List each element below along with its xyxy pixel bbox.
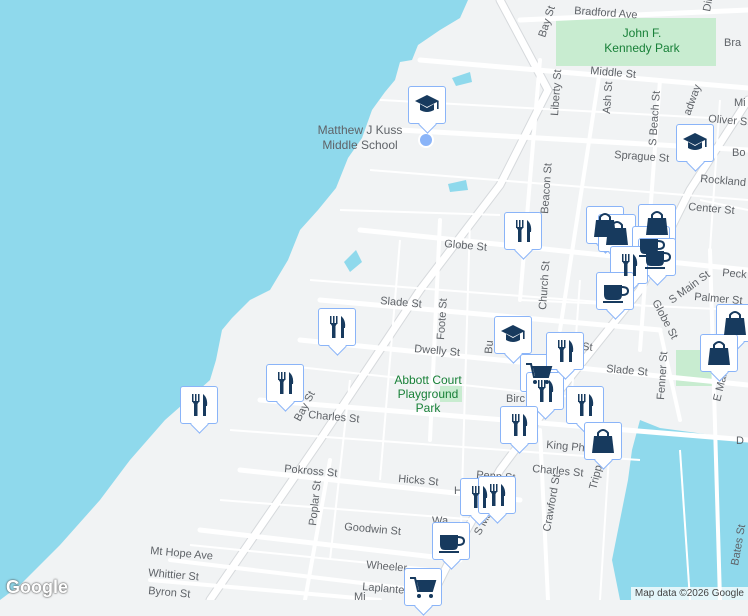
restaurant-icon bbox=[270, 368, 300, 398]
coffee-icon bbox=[600, 276, 630, 306]
grocery-cart-icon bbox=[408, 572, 438, 602]
school-label-line2: Middle School bbox=[322, 138, 397, 152]
restaurant-icon bbox=[508, 216, 538, 246]
poi-marker-school[interactable] bbox=[676, 124, 714, 162]
restaurant-icon bbox=[570, 390, 600, 420]
poi-marker-coffee[interactable] bbox=[432, 522, 470, 560]
street-label-peck: Peck bbox=[722, 267, 748, 281]
poi-marker-restaurant[interactable] bbox=[566, 386, 604, 424]
street-label-bo: Bo bbox=[732, 147, 745, 159]
poi-marker-grocery-cart[interactable] bbox=[404, 568, 442, 606]
poi-marker-restaurant[interactable] bbox=[180, 386, 218, 424]
coffee-icon bbox=[436, 526, 466, 556]
restaurant-icon bbox=[322, 312, 352, 342]
shopping-bag-icon bbox=[602, 218, 632, 248]
school-label-line1: Matthew J Kuss bbox=[318, 123, 403, 137]
poi-marker-restaurant[interactable] bbox=[546, 332, 584, 370]
shopping-bag-icon bbox=[588, 426, 618, 456]
school-icon bbox=[412, 90, 442, 120]
poi-marker-restaurant[interactable] bbox=[478, 476, 516, 514]
poi-marker-restaurant[interactable] bbox=[318, 308, 356, 346]
poi-marker-school[interactable] bbox=[494, 316, 532, 354]
street-label-mi-right: Mi bbox=[734, 97, 746, 109]
poi-marker-shopping-bag[interactable] bbox=[716, 304, 748, 342]
poi-marker-restaurant[interactable] bbox=[500, 406, 538, 444]
abbott-park-label-line1: Abbott Court bbox=[394, 373, 462, 387]
abbott-park-label-line3: Park bbox=[416, 401, 442, 415]
poi-marker-shopping-bag[interactable] bbox=[700, 334, 738, 372]
poi-marker-restaurant[interactable] bbox=[266, 364, 304, 402]
street-label-mi-bottom: Mi bbox=[354, 591, 366, 600]
school-pin-icon[interactable] bbox=[418, 132, 434, 148]
restaurant-icon bbox=[482, 480, 512, 510]
restaurant-icon bbox=[550, 336, 580, 366]
map-canvas[interactable]: Bradford Ave Bay St Middle St Sprague St… bbox=[0, 0, 748, 600]
poi-marker-restaurant[interactable] bbox=[504, 212, 542, 250]
jfk-park-label-line2: Kennedy Park bbox=[604, 41, 680, 55]
shopping-bag-icon bbox=[720, 308, 748, 338]
street-label-bra: Bra bbox=[724, 37, 742, 49]
street-label-d-right: D bbox=[736, 435, 744, 447]
jfk-park-label-line1: John F. bbox=[623, 26, 662, 40]
map-attribution[interactable]: Map data ©2026 Google bbox=[630, 587, 748, 600]
school-icon bbox=[498, 320, 528, 350]
google-logo: Google bbox=[6, 577, 68, 597]
poi-marker-shopping-bag[interactable] bbox=[584, 422, 622, 460]
street-label-birc: Birc bbox=[506, 393, 525, 405]
restaurant-icon bbox=[504, 410, 534, 440]
restaurant-icon bbox=[184, 390, 214, 420]
coffee-icon bbox=[642, 242, 672, 272]
school-icon bbox=[680, 128, 710, 158]
street-label-ash-st: Ash St bbox=[601, 81, 615, 114]
poi-marker-school[interactable] bbox=[408, 86, 446, 124]
poi-marker-restaurant[interactable] bbox=[526, 372, 564, 410]
poi-marker-coffee[interactable] bbox=[596, 272, 634, 310]
restaurant-icon bbox=[530, 376, 560, 406]
abbott-park-label-line2: Playground bbox=[398, 387, 459, 401]
shopping-bag-icon bbox=[704, 338, 734, 368]
poi-marker-shopping-bag[interactable] bbox=[598, 214, 636, 252]
